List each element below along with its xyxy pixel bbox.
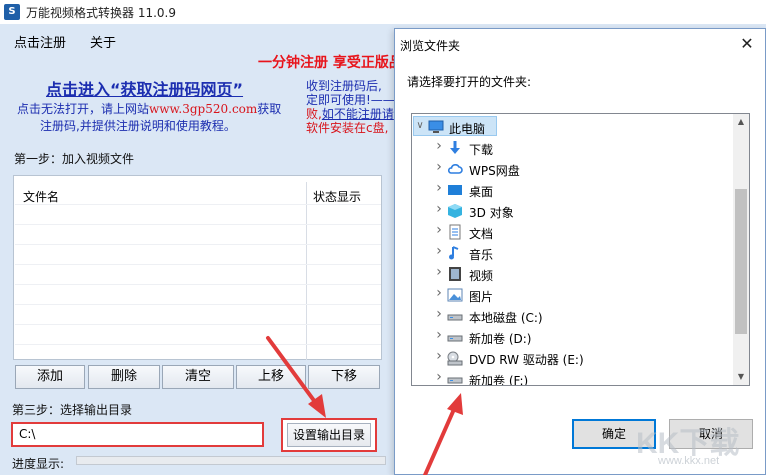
step3-label: 第三步：选择输出目录 <box>12 403 133 417</box>
set-output-button-highlight: 设置输出目录 <box>281 418 377 452</box>
annotation-arrow-down <box>266 336 326 418</box>
chevron-down-icon[interactable]: ∨ <box>415 120 425 131</box>
music-icon <box>449 246 459 260</box>
dvd-icon <box>447 351 463 366</box>
app-title: 万能视频格式转换器 11.0.9 <box>26 6 176 20</box>
column-header-status[interactable]: 状态显示 <box>313 188 361 205</box>
row-separator <box>15 204 381 205</box>
tree-item-label: 图片 <box>469 290 494 304</box>
video-icon <box>449 267 461 281</box>
delete-button[interactable]: 删除 <box>88 365 160 389</box>
help-line-1-suffix: 获取 <box>257 102 282 116</box>
chevron-right-icon[interactable]: › <box>434 222 444 238</box>
output-directory-input[interactable]: C:\ <box>11 422 264 447</box>
cloud-icon <box>447 164 463 174</box>
row-separator <box>15 224 381 225</box>
folder-tree[interactable]: ∨ 此电脑 › 下载 › WPS网盘 › 桌面 › 3D 对象 › 文档 › 音乐 › 视频 › 图片 › 本地磁… <box>411 113 750 386</box>
notice-line-4: 软件安装在c盘, <box>306 121 389 135</box>
tree-item[interactable]: › 新加卷 (D:) <box>412 327 712 347</box>
tree-item-label: 新加卷 (F:) <box>469 374 529 386</box>
tree-item-this-pc[interactable]: ∨ 此电脑 <box>412 117 712 137</box>
help-line-1: 点击无法打开，请上网站www.3gp520.com获取 <box>17 100 281 117</box>
tree-item-label: 视频 <box>469 269 494 283</box>
tree-item[interactable]: › 3D 对象 <box>412 201 712 221</box>
tree-item-label: 此电脑 <box>449 122 486 136</box>
main-titlebar: S 万能视频格式转换器 11.0.9 <box>0 0 766 24</box>
chevron-right-icon[interactable]: › <box>434 306 444 322</box>
tree-item-label: 文档 <box>469 227 494 241</box>
cube-icon <box>448 204 462 218</box>
chevron-right-icon[interactable]: › <box>434 180 444 196</box>
tree-item[interactable]: › WPS网盘 <box>412 159 712 179</box>
registration-link[interactable]: 点击进入“获取注册码网页” <box>46 76 243 100</box>
watermark-url: www.kkx.net <box>658 455 720 467</box>
tree-item[interactable]: › DVD RW 驱动器 (E:) <box>412 348 712 368</box>
tree-item[interactable]: › 桌面 <box>412 180 712 200</box>
tree-item-label: WPS网盘 <box>469 164 520 178</box>
tree-item[interactable]: › 视频 <box>412 264 712 284</box>
add-button[interactable]: 添加 <box>15 365 85 389</box>
help-line-2: 注册码,并提供注册说明和使用教程。 <box>40 119 236 133</box>
dialog-title: 浏览文件夹 <box>400 39 461 53</box>
tree-item-label: 桌面 <box>469 185 494 199</box>
drive-icon <box>447 314 463 321</box>
chevron-right-icon[interactable]: › <box>434 369 444 385</box>
dialog-prompt: 请选择要打开的文件夹: <box>407 75 532 89</box>
chevron-right-icon[interactable]: › <box>434 201 444 217</box>
scroll-down-icon[interactable]: ▼ <box>733 369 749 385</box>
tree-item[interactable]: › 下载 <box>412 138 712 158</box>
browse-folder-dialog: 浏览文件夹 ✕ 请选择要打开的文件夹: ∨ 此电脑 › 下载 › WPS网盘 › 桌面 › 3… <box>394 28 766 475</box>
progress-bar <box>76 456 386 465</box>
chevron-right-icon[interactable]: › <box>434 285 444 301</box>
column-header-filename[interactable]: 文件名 <box>23 188 59 205</box>
chevron-right-icon[interactable]: › <box>434 327 444 343</box>
app-icon: S <box>4 4 20 20</box>
chevron-right-icon[interactable]: › <box>434 159 444 175</box>
menu-register[interactable]: 点击注册 <box>14 32 66 51</box>
tree-item[interactable]: › 音乐 <box>412 243 712 263</box>
chevron-right-icon[interactable]: › <box>434 138 444 154</box>
row-separator <box>15 244 381 245</box>
annotation-arrow-up <box>423 393 463 475</box>
clear-button[interactable]: 清空 <box>162 365 234 389</box>
tree-item-label: 下载 <box>469 143 494 157</box>
tree-item-label: 音乐 <box>469 248 494 262</box>
file-list[interactable]: 文件名 状态显示 <box>13 175 382 360</box>
progress-label: 进度显示: <box>12 457 65 471</box>
document-icon <box>449 224 461 240</box>
tree-item-label: 3D 对象 <box>469 206 514 220</box>
tree-item-label: 新加卷 (D:) <box>469 332 532 346</box>
row-separator <box>15 324 381 325</box>
promo-banner: 一分钟注册 享受正版品 <box>258 55 403 71</box>
help-line-1-prefix: 点击无法打开，请上网站 <box>17 102 150 116</box>
picture-icon <box>447 288 463 302</box>
tree-scrollbar[interactable]: ▲ ▼ <box>733 114 749 385</box>
close-icon[interactable]: ✕ <box>735 33 759 55</box>
scroll-up-icon[interactable]: ▲ <box>733 114 749 130</box>
row-separator <box>15 264 381 265</box>
chevron-right-icon[interactable]: › <box>434 243 444 259</box>
desktop-icon <box>448 185 462 195</box>
scroll-thumb[interactable] <box>735 189 747 334</box>
chevron-right-icon[interactable]: › <box>434 348 444 364</box>
set-output-directory-button[interactable]: 设置输出目录 <box>287 423 371 447</box>
drive-icon <box>447 377 463 384</box>
tree-item-label: 本地磁盘 (C:) <box>469 311 543 325</box>
tree-item[interactable]: › 文档 <box>412 222 712 242</box>
menu-about[interactable]: 关于 <box>90 32 116 51</box>
chevron-right-icon[interactable]: › <box>434 264 444 280</box>
row-separator <box>15 304 381 305</box>
step1-label: 第一步：加入视频文件 <box>14 152 135 166</box>
drive-icon <box>447 335 463 342</box>
tree-item[interactable]: › 本地磁盘 (C:) <box>412 306 712 326</box>
download-icon <box>450 141 460 154</box>
row-separator <box>15 284 381 285</box>
tree-item[interactable]: › 新加卷 (F:) <box>412 369 712 386</box>
tree-item[interactable]: › 图片 <box>412 285 712 305</box>
website-link[interactable]: www.3gp520.com <box>149 102 257 116</box>
tree-item-label: DVD RW 驱动器 (E:) <box>469 353 584 367</box>
computer-icon <box>428 120 444 133</box>
